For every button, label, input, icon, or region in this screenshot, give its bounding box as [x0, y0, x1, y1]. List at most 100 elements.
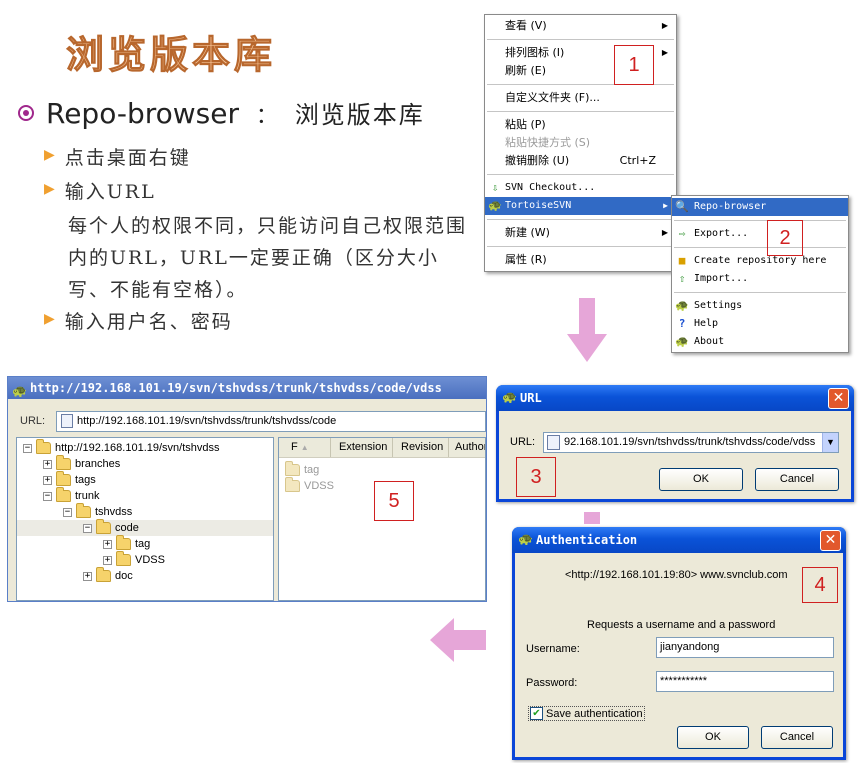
tree-item-doc[interactable]: + doc — [83, 567, 133, 584]
username-field[interactable]: jianyandong — [656, 637, 834, 658]
collapse-icon[interactable]: − — [63, 507, 72, 517]
triangle-bullet-icon: ▶ — [44, 181, 57, 197]
auth-dialog: 🐢 Authentication ✕ <http://192.168.101.1… — [512, 527, 846, 760]
column-extension[interactable]: Extension — [331, 438, 393, 457]
create-repo-icon: ■ — [678, 254, 686, 267]
sub-bullet-text: 输入URL — [64, 181, 156, 203]
tree-item-tshvdss[interactable]: − tshvdss — [63, 503, 132, 520]
svn-checkout-icon: ⇩ — [491, 181, 499, 194]
expand-icon[interactable]: + — [43, 459, 52, 469]
menu-item-undo-delete[interactable]: 撤销删除 (U) Ctrl+Z — [485, 152, 676, 170]
main-bullet-en: Repo-browser — [46, 97, 239, 130]
collapse-icon[interactable]: − — [43, 491, 52, 501]
expand-icon[interactable]: + — [103, 539, 112, 549]
save-auth-checkbox[interactable]: ✔ Save authentication — [528, 706, 645, 721]
checkbox-checked-icon: ✔ — [530, 707, 543, 720]
settings-icon: 🐢 — [675, 299, 689, 312]
tree-item-trunk[interactable]: − trunk — [43, 487, 99, 504]
menu-item-export[interactable]: ⇨ Export... — [672, 225, 848, 243]
page-icon — [547, 435, 560, 450]
list-item[interactable]: tag — [285, 461, 319, 478]
menu-item-customize[interactable]: 自定义文件夹 (F)... — [485, 89, 676, 107]
auth-request-text: Requests a username and a password — [587, 619, 776, 631]
sub-bullet-2: ▶ 输入URL — [44, 177, 156, 204]
column-revision[interactable]: Revision — [393, 438, 449, 457]
tortoise-icon: 🐢 — [12, 384, 27, 398]
column-author[interactable]: Author — [449, 438, 485, 457]
url-label: URL: — [510, 436, 536, 448]
save-auth-label: Save authentication — [546, 707, 643, 720]
tortoise-icon: 🐢 — [488, 199, 502, 212]
auth-realm: <http://192.168.101.19:80> www.svnclub.c… — [565, 569, 788, 581]
tortoisesvn-submenu: 🔍 Repo-browser ⇨ Export... ■ Create repo… — [671, 195, 849, 353]
submenu-arrow-icon: ▶ — [661, 21, 668, 30]
url-input[interactable]: http://192.168.101.19/svn/tshvdss/trunk/… — [56, 411, 486, 432]
url-label: URL: — [20, 415, 46, 427]
folder-icon — [285, 477, 300, 492]
menu-separator — [674, 247, 846, 248]
menu-separator — [487, 39, 674, 40]
menu-separator — [674, 292, 846, 293]
step-label-5: 5 — [374, 481, 414, 521]
selected-row-highlight — [17, 520, 273, 536]
password-field[interactable]: *********** — [656, 671, 834, 692]
tortoise-icon: 🐢 — [502, 390, 517, 404]
folder-icon — [76, 503, 91, 518]
expand-icon[interactable]: + — [103, 555, 112, 565]
url-combobox[interactable]: 92.168.101.19/svn/tshvdss/trunk/tshvdss/… — [543, 432, 839, 453]
menu-separator — [487, 219, 674, 220]
cancel-button[interactable]: Cancel — [761, 726, 833, 749]
url-value: 92.168.101.19/svn/tshvdss/trunk/tshvdss/… — [564, 436, 816, 448]
menu-separator — [487, 111, 674, 112]
tree-item-vdss[interactable]: + VDSS — [103, 551, 165, 568]
menu-item-svn-checkout[interactable]: ⇩ SVN Checkout... — [485, 179, 676, 197]
menu-item-paste[interactable]: 粘贴 (P) — [485, 116, 676, 134]
close-button[interactable]: ✕ — [820, 530, 841, 551]
menu-item-create-repo[interactable]: ■ Create repository here — [672, 252, 848, 270]
menu-item-paste-shortcut: 粘贴快捷方式 (S) — [505, 136, 591, 149]
import-icon: ⇧ — [678, 272, 686, 285]
cancel-button[interactable]: Cancel — [755, 468, 839, 491]
collapse-icon[interactable]: − — [83, 523, 92, 533]
expand-icon[interactable]: + — [83, 571, 92, 581]
collapse-icon[interactable]: − — [23, 443, 32, 453]
menu-separator — [487, 174, 674, 175]
tree-item-branches[interactable]: + branches — [43, 455, 120, 472]
menu-item-import[interactable]: ⇧ Import... — [672, 270, 848, 288]
sub-bullet-3: ▶ 输入用户名、密码 — [44, 307, 233, 334]
menu-item-repo-browser[interactable]: 🔍 Repo-browser — [672, 198, 848, 216]
main-bullet-text: Repo-browser ： 浏览版本库 — [46, 95, 425, 130]
tree-item-tag[interactable]: + tag — [103, 535, 150, 552]
step-label-2: 2 — [767, 220, 803, 256]
menu-item-settings[interactable]: 🐢 Settings — [672, 297, 848, 315]
expand-icon[interactable]: + — [43, 475, 52, 485]
folder-icon — [36, 439, 51, 454]
paragraph: 每个人的权限不同，只能访问自己权限范围内的URL，URL一定要正确（区分大小写、… — [68, 215, 468, 301]
menu-item-properties[interactable]: 属性 (R) — [485, 251, 676, 269]
triangle-bullet-icon: ▶ — [44, 147, 57, 163]
column-name[interactable]: F ▲ — [279, 438, 331, 457]
menu-item-new[interactable]: 新建 (W) ▶ — [485, 224, 676, 242]
close-button[interactable]: ✕ — [828, 388, 849, 409]
tree-item-code[interactable]: − code — [83, 519, 139, 536]
chevron-down-icon[interactable]: ▼ — [822, 433, 838, 452]
tree-item-root[interactable]: − http://192.168.101.19/svn/tshvdss — [23, 439, 220, 456]
url-value: http://192.168.101.19/svn/tshvdss/trunk/… — [77, 415, 337, 427]
main-bullet-sep: ： — [255, 104, 278, 129]
export-icon: ⇨ — [678, 227, 686, 240]
step-label-3: 3 — [516, 457, 556, 497]
connector-arrow-icon — [584, 512, 600, 524]
folder-icon — [285, 461, 300, 476]
list-item[interactable]: VDSS — [285, 477, 334, 494]
repo-browser-icon: 🔍 — [675, 200, 689, 213]
folder-icon — [96, 519, 111, 534]
ok-button[interactable]: OK — [659, 468, 743, 491]
tree-item-tags[interactable]: + tags — [43, 471, 96, 488]
folder-icon — [56, 471, 71, 486]
menu-item-about[interactable]: 🐢 About — [672, 333, 848, 351]
ok-button[interactable]: OK — [677, 726, 749, 749]
folder-icon — [56, 455, 71, 470]
menu-item-help[interactable]: ? Help — [672, 315, 848, 333]
menu-item-view[interactable]: 查看 (V) ▶ — [485, 17, 676, 35]
menu-item-tortoisesvn[interactable]: 🐢 TortoiseSVN ▶ — [485, 197, 676, 215]
